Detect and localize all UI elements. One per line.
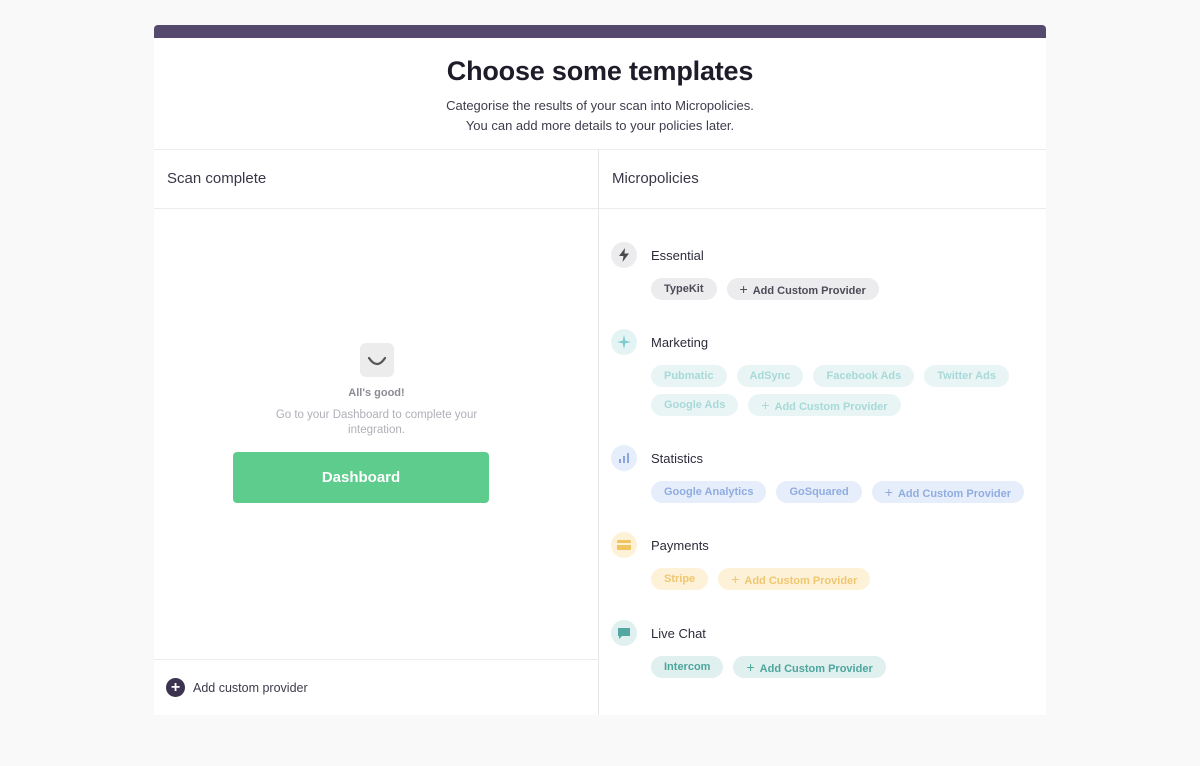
- scan-heading: Scan complete: [154, 150, 598, 209]
- provider-chip-facebook-ads[interactable]: Facebook Ads: [813, 365, 915, 387]
- add-custom-provider-label: Add custom provider: [193, 680, 308, 695]
- templates-card: Choose some templates Categorise the res…: [154, 25, 1046, 715]
- category-name: Live Chat: [651, 625, 706, 641]
- plus-circle-icon: +: [166, 678, 185, 697]
- add-custom-provider-chip[interactable]: + Add Custom Provider: [871, 481, 1025, 503]
- bar-chart-icon: [611, 445, 637, 471]
- micropolicies-heading: Micropolicies: [599, 150, 1046, 209]
- page-subtitle: Categorise the results of your scan into…: [154, 96, 1046, 136]
- subtitle-line-1: Categorise the results of your scan into…: [446, 98, 754, 113]
- provider-chip-intercom[interactable]: Intercom: [651, 656, 724, 678]
- add-custom-provider-chip[interactable]: + Add Custom Provider: [733, 656, 886, 678]
- scan-status: All's good!: [348, 387, 405, 399]
- plus-icon: +: [884, 484, 893, 500]
- chat-icon: [611, 620, 637, 646]
- micropolicies-panel: Micropolicies Essential TypeKit + Add Cus…: [599, 150, 1046, 715]
- provider-chip-pubmatic[interactable]: Pubmatic: [651, 365, 727, 387]
- plus-icon: +: [731, 571, 740, 587]
- scan-panel: Scan complete All's good! Go to your Das…: [154, 150, 599, 715]
- provider-chip-typekit[interactable]: TypeKit: [651, 278, 717, 300]
- card-icon: [611, 532, 637, 558]
- category-payments: Payments Stripe + Add Custom Provider: [611, 532, 1041, 597]
- top-accent-bar: [154, 25, 1046, 38]
- category-name: Marketing: [651, 334, 709, 350]
- category-live-chat: Live Chat Intercom + Add Custom Provider: [611, 620, 1041, 685]
- page-header: Choose some templates Categorise the res…: [154, 38, 1046, 150]
- plus-icon: +: [761, 397, 770, 413]
- category-name: Payments: [651, 537, 709, 553]
- smile-icon: [359, 343, 394, 377]
- plus-icon: +: [739, 281, 748, 297]
- add-custom-provider-row[interactable]: + Add custom provider: [154, 659, 599, 715]
- provider-chip-twitter-ads[interactable]: Twitter Ads: [924, 365, 1009, 387]
- category-name: Essential: [651, 247, 704, 263]
- provider-chip-google-analytics[interactable]: Google Analytics: [651, 481, 767, 503]
- category-marketing: Marketing Pubmatic AdSync Facebook Ads T…: [611, 329, 1041, 423]
- category-essential: Essential TypeKit + Add Custom Provider: [611, 242, 1041, 307]
- page-title: Choose some templates: [446, 56, 754, 86]
- provider-chip-stripe[interactable]: Stripe: [651, 568, 709, 590]
- sparkle-icon: [611, 329, 637, 355]
- provider-chip-gosquared[interactable]: GoSquared: [776, 481, 862, 503]
- provider-chip-google-ads[interactable]: Google Ads: [651, 394, 739, 416]
- scan-message: Go to your Dashboard to complete your in…: [275, 409, 478, 436]
- add-custom-provider-chip[interactable]: + Add Custom Provider: [726, 278, 879, 300]
- plus-icon: +: [746, 659, 755, 675]
- add-custom-provider-chip[interactable]: + Add Custom Provider: [748, 394, 901, 416]
- scan-empty-state: All's good! Go to your Dashboard to comp…: [154, 343, 599, 503]
- category-statistics: Statistics Google Analytics GoSquared + A…: [611, 445, 1041, 510]
- dashboard-button[interactable]: Dashboard: [233, 452, 489, 503]
- subtitle-line-2: You can add more details to your policie…: [465, 118, 735, 133]
- provider-chip-adsync[interactable]: AdSync: [736, 365, 804, 387]
- add-custom-provider-chip[interactable]: + Add Custom Provider: [718, 568, 871, 590]
- lightning-icon: [611, 242, 637, 268]
- category-name: Statistics: [651, 450, 704, 466]
